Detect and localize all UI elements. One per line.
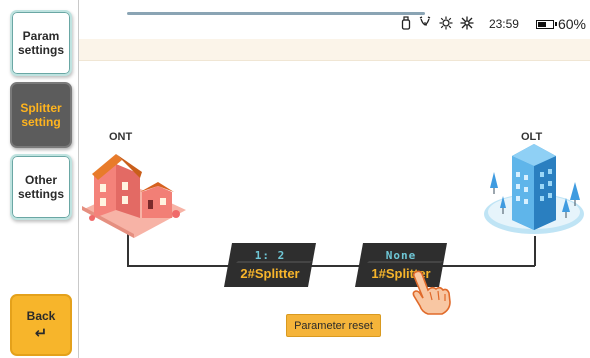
back-button[interactable]: Back ↵ xyxy=(10,294,72,356)
battery-icon xyxy=(535,19,557,29)
param-settings-label: Param settings xyxy=(17,29,64,57)
status-bar: 23:59 60% xyxy=(401,14,586,34)
battery-indicator: 60% xyxy=(535,16,586,32)
other-settings-label: Other settings xyxy=(17,173,64,201)
ont-label: ONT xyxy=(109,131,133,143)
clock-time: 23:59 xyxy=(488,17,519,31)
top-bar: 23:59 60% xyxy=(79,0,590,38)
splitter-setting-button[interactable]: Splitter setting xyxy=(10,82,72,148)
return-arrow-icon: ↵ xyxy=(34,325,48,342)
battery-fill xyxy=(537,21,546,27)
usb-icon xyxy=(401,16,411,32)
pointer-hand-icon xyxy=(412,270,451,315)
splitter-setting-label: Splitter setting xyxy=(20,101,62,129)
splitter-2[interactable]: 1: 2 2#Splitter xyxy=(224,243,316,287)
ont-house-icon xyxy=(82,154,186,238)
back-label: Back xyxy=(26,309,56,323)
other-settings-button[interactable]: Other settings xyxy=(10,154,72,220)
side-navigation: Param settings Splitter setting Other se… xyxy=(0,0,79,358)
fiber-line xyxy=(127,265,535,267)
status-progress-line xyxy=(127,12,425,15)
alarm-clock-icon xyxy=(418,16,432,32)
sun-icon xyxy=(460,16,474,32)
brightness-icon xyxy=(439,16,453,32)
olt-building-icon xyxy=(484,144,584,234)
splitter-1-ratio: None xyxy=(385,249,417,262)
parameter-reset-button[interactable]: Parameter reset xyxy=(286,314,381,337)
sub-header-bar xyxy=(79,39,590,61)
splitter-2-name: 2#Splitter xyxy=(240,266,300,281)
param-settings-button[interactable]: Param settings xyxy=(10,10,72,76)
splitter-2-ratio: 1: 2 xyxy=(254,249,286,262)
battery-percent: 60% xyxy=(557,16,586,32)
